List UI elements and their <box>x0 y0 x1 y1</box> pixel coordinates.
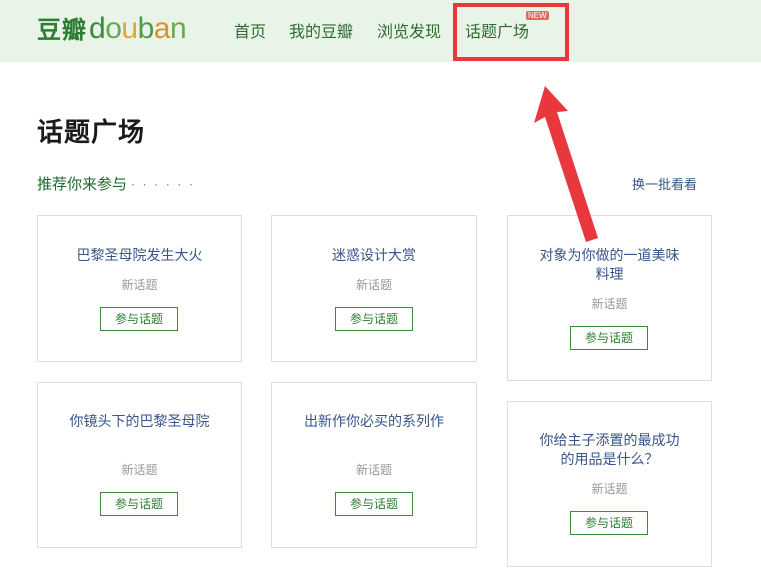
topic-title[interactable]: 对象为你做的一道美味料理 <box>508 247 711 285</box>
logo-text-cn: 豆瓣 <box>37 16 87 44</box>
topic-title[interactable]: 你给主子添置的最成功的用品是什么？ <box>508 432 711 470</box>
nav-item-my-douban[interactable]: 我的豆瓣 <box>289 18 353 42</box>
nav-item-home[interactable]: 首页 <box>234 18 266 42</box>
douban-logo[interactable]: 豆瓣 douban <box>37 10 187 50</box>
section-title: 推荐你来参与 · · · · · · <box>37 173 195 194</box>
topic-title[interactable]: 你镜头下的巴黎圣母院 <box>38 413 241 432</box>
topic-status: 新话题 <box>591 482 628 496</box>
join-topic-button[interactable]: 参与话题 <box>100 307 178 331</box>
topic-title[interactable]: 巴黎圣母院发生大火 <box>38 247 241 266</box>
topic-title[interactable]: 迷惑设计大赏 <box>272 247 476 266</box>
topic-title[interactable]: 出新作你必买的系列作 <box>272 413 476 432</box>
page-title: 话题广场 <box>37 118 146 148</box>
highlight-box <box>453 3 569 61</box>
refresh-link[interactable]: 换一批看看 <box>632 174 697 193</box>
topic-status: 新话题 <box>355 278 392 292</box>
topic-status: 新话题 <box>355 463 392 477</box>
topic-card[interactable]: 你给主子添置的最成功的用品是什么？ 新话题 参与话题 <box>507 401 712 567</box>
topic-card[interactable]: 对象为你做的一道美味料理 新话题 参与话题 <box>507 215 712 381</box>
logo-text-en: douban <box>89 12 187 45</box>
nav-item-explore[interactable]: 浏览发现 <box>377 18 441 42</box>
topic-card[interactable]: 出新作你必买的系列作 新话题 参与话题 <box>271 382 477 548</box>
join-topic-button[interactable]: 参与话题 <box>570 511 648 535</box>
join-topic-button[interactable]: 参与话题 <box>335 492 413 516</box>
join-topic-button[interactable]: 参与话题 <box>335 307 413 331</box>
section-dots: · · · · · · <box>131 178 195 192</box>
join-topic-button[interactable]: 参与话题 <box>100 492 178 516</box>
topic-card[interactable]: 巴黎圣母院发生大火 新话题 参与话题 <box>37 215 242 362</box>
topic-status: 新话题 <box>121 278 158 292</box>
section-title-text: 推荐你来参与 <box>37 175 128 193</box>
topic-card[interactable]: 迷惑设计大赏 新话题 参与话题 <box>271 215 477 362</box>
topic-status: 新话题 <box>591 297 628 311</box>
topic-status: 新话题 <box>121 463 158 477</box>
topic-card[interactable]: 你镜头下的巴黎圣母院 新话题 参与话题 <box>37 382 242 548</box>
join-topic-button[interactable]: 参与话题 <box>570 326 648 350</box>
top-nav-bar: 豆瓣 douban 首页 我的豆瓣 浏览发现 话题广场 NEW <box>0 0 761 62</box>
